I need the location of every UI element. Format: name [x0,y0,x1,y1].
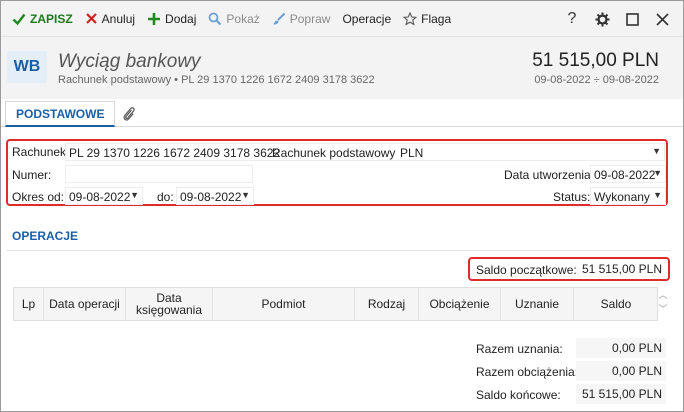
total-debits-value: 0,00 PLN [576,361,666,381]
closing-balance-label: Saldo końcowe: [476,388,561,402]
operations-section-title: OPERACJE [12,229,79,243]
check-icon [12,13,26,25]
status-value: Wykonany [594,190,650,204]
period-to-label: do: [157,190,174,204]
table-scrollbar[interactable]: ︿ ﹀ [658,288,668,316]
edit-button[interactable]: Popraw [267,7,336,31]
column-header-type[interactable]: Rodzaj [355,288,419,320]
operations-label: Operacje [342,11,392,26]
help-button[interactable]: ? [557,7,587,31]
brush-icon [273,12,285,24]
document-header: WB Wyciąg bankowy Rachunek podstawowy • … [1,37,683,99]
flag-button[interactable]: Flaga [398,7,456,31]
period-to-value: 09-08-2022 [180,190,242,204]
tab-attachments[interactable] [122,106,136,125]
opening-balance-value: 51 515,00 PLN [576,259,666,279]
document-subtitle: Rachunek podstawowy • PL 29 1370 1226 16… [58,74,375,86]
total-credits-value: 0,00 PLN [576,338,666,358]
cancel-label: Anuluj [101,11,136,26]
document-title: Wyciąg bankowy [58,51,201,72]
created-date-label: Data utworzenia: [504,168,595,182]
total-debits-label: Razem obciążenia: [476,365,579,379]
chevron-down-icon: ▼ [130,190,139,200]
add-label: Dodaj [165,11,197,26]
column-header-posting-date[interactable]: Data księgowania [126,288,213,320]
status-label: Status: [553,190,591,204]
account-select[interactable]: PL 29 1370 1226 1672 2409 3178 3622 Rach… [65,143,665,161]
gear-icon [594,11,610,27]
save-button[interactable]: ZAPISZ [7,7,78,31]
account-number: PL 29 1370 1226 1672 2409 3178 3622 [69,146,281,160]
chevron-down-icon: ▼ [241,190,250,200]
plus-icon [148,12,161,25]
status-select[interactable]: Wykonany ▼ [590,187,666,205]
maximize-button[interactable] [617,7,647,31]
tab-bar: PODSTAWOWE [1,101,683,127]
toolbar: ZAPISZ Anuluj Dodaj Pokaż Popraw Operacj… [1,1,683,37]
document-amount: 51 515,00 PLN [532,50,659,71]
created-date-value: 09-08-2022 [594,168,656,182]
document-dates: 09-08-2022 ÷ 09-08-2022 [534,74,659,86]
search-icon [208,12,222,25]
chevron-down-icon: ▼ [652,146,661,156]
show-button[interactable]: Pokaż [203,7,264,31]
close-button[interactable] [647,7,677,31]
cancel-button[interactable]: Anuluj [80,7,140,31]
account-label: Rachunek: [12,145,70,159]
star-icon [403,11,418,26]
add-button[interactable]: Dodaj [142,7,201,31]
column-header-entity[interactable]: Podmiot [213,288,355,320]
operations-table-header: Lp Data operacji Data księgowania Podmio… [13,287,658,321]
tab-basic[interactable]: PODSTAWOWE [5,101,116,127]
section-divider [7,250,671,251]
question-icon: ? [567,10,577,27]
opening-balance-label: Saldo początkowe: [476,263,577,277]
square-icon [625,12,639,26]
document-type-badge: WB [7,51,47,83]
period-from-value: 09-08-2022 [69,190,131,204]
x-icon [85,13,97,24]
period-from-label: Okres od: [12,190,65,204]
number-label: Numer: [12,168,52,182]
column-header-balance[interactable]: Saldo [574,288,658,320]
settings-button[interactable] [587,7,617,31]
window-controls: ? [557,7,677,31]
column-header-lp[interactable]: Lp [14,288,44,320]
period-to-field[interactable]: 09-08-2022 ▼ [176,187,254,205]
flag-label: Flaga [421,11,452,26]
show-label: Pokaż [226,11,260,26]
scroll-up-icon[interactable]: ︿ [658,288,668,302]
save-label: ZAPISZ [30,11,73,26]
chevron-down-icon: ▼ [653,190,662,200]
account-currency: PLN [400,146,424,160]
total-credits-label: Razem uznania: [476,342,563,356]
column-header-debit[interactable]: Obciążenie [419,288,501,320]
edit-label: Popraw [289,11,331,26]
period-from-field[interactable]: 09-08-2022 ▼ [65,187,143,205]
operations-button[interactable]: Operacje [337,7,396,31]
number-field[interactable] [65,165,253,183]
column-header-operation-date[interactable]: Data operacji [44,288,126,320]
closing-balance-value: 51 515,00 PLN [576,384,666,404]
paperclip-icon [123,107,135,121]
chevron-down-icon: ▼ [653,168,662,178]
column-header-credit[interactable]: Uznanie [501,288,574,320]
bank-statement-window: ZAPISZ Anuluj Dodaj Pokaż Popraw Operacj… [0,0,684,412]
scroll-down-icon[interactable]: ﹀ [658,302,668,316]
created-date-field[interactable]: 09-08-2022 ▼ [590,165,666,183]
close-icon [655,12,669,26]
account-name: Rachunek podstawowy [272,146,396,160]
